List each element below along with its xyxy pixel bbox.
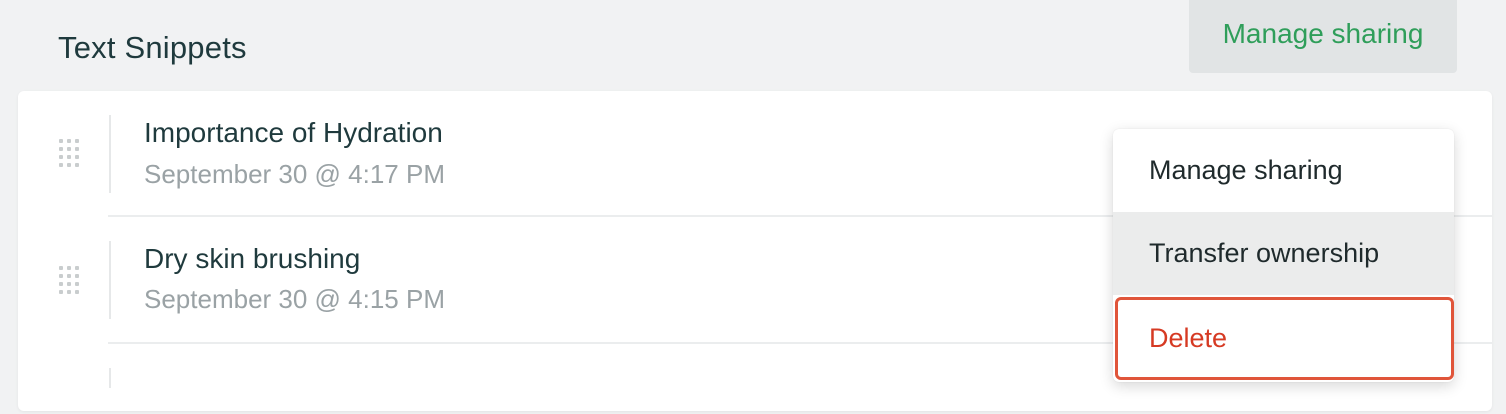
snippet-date: September 30 @ 4:17 PM [144,159,445,189]
drag-handle-icon[interactable] [59,266,83,298]
context-menu: Manage sharing Transfer ownership Delete [1113,129,1454,382]
snippet-date: September 30 @ 4:15 PM [144,284,445,314]
snippet-title[interactable]: Dry skin brushing [144,243,360,275]
menu-item-manage-sharing[interactable]: Manage sharing [1113,129,1454,212]
manage-sharing-button[interactable]: Manage sharing [1189,0,1457,73]
row-separator-line [109,241,111,319]
menu-item-transfer-ownership[interactable]: Transfer ownership [1113,212,1454,295]
menu-item-delete[interactable]: Delete [1115,297,1454,380]
row-separator-line [109,115,111,193]
drag-handle-icon[interactable] [59,139,83,171]
row-separator-line [109,368,111,388]
snippet-title[interactable]: Importance of Hydration [144,117,443,149]
section-title: Text Snippets [58,30,247,65]
